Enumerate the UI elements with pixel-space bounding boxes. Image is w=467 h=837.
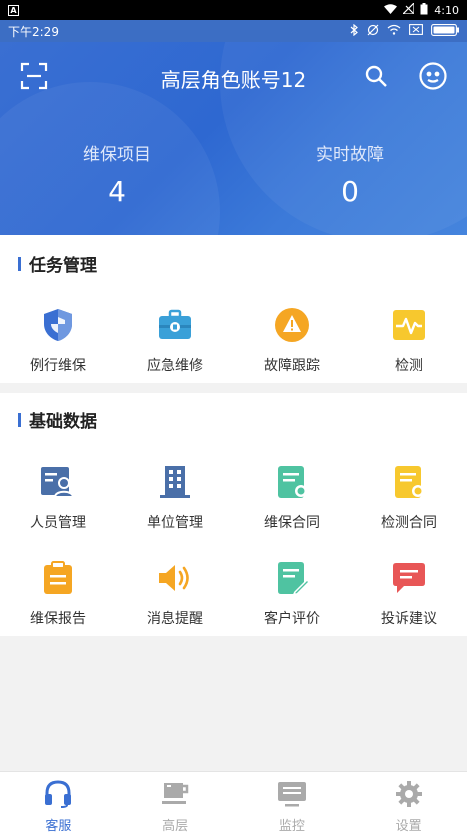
edit-doc-icon <box>272 558 312 598</box>
grid-item-label: 客户评价 <box>264 611 320 627</box>
test-contract-icon <box>389 462 429 502</box>
id-card-icon <box>38 462 78 502</box>
grid-item-label: 例行维保 <box>30 358 86 374</box>
wifi-icon <box>384 3 398 17</box>
grid-item-label: 故障跟踪 <box>264 358 320 374</box>
grid-item-routine-maintenance[interactable]: 例行维保 <box>0 305 116 375</box>
page-title: 高层角色账号12 <box>160 68 307 92</box>
chat-bot-icon[interactable] <box>417 60 449 92</box>
bluetooth-icon <box>350 23 359 39</box>
section-title-text: 任务管理 <box>29 256 97 276</box>
contract-icon <box>272 462 312 502</box>
speaker-icon <box>155 558 195 598</box>
tab-settings[interactable]: 设置 <box>350 772 467 837</box>
grid-item-emergency-repair[interactable]: 应急维修 <box>117 305 233 375</box>
grid-item-inspection[interactable]: 检测 <box>351 305 467 375</box>
section-title-bar <box>18 412 21 427</box>
wifi-icon <box>387 24 401 38</box>
grid-item-fault-tracking[interactable]: 故障跟踪 <box>234 305 350 375</box>
grid-item-label: 检测合同 <box>381 515 437 531</box>
grid-item-complaint-suggestion[interactable]: 投诉建议 <box>351 558 467 628</box>
system-status-bar: A 4:10 <box>0 0 467 20</box>
pulse-icon <box>389 305 429 345</box>
tab-senior[interactable]: 高层 <box>117 772 234 837</box>
grid-item-label: 人员管理 <box>30 515 86 531</box>
sim-icon <box>409 24 423 38</box>
chat-icon <box>389 558 429 598</box>
search-icon[interactable] <box>360 60 392 92</box>
bottom-tab-bar: 客服 高层 监控 设置 <box>0 771 467 837</box>
battery-icon <box>420 2 428 18</box>
tab-label: 客服 <box>45 819 72 834</box>
system-time: 4:10 <box>434 3 459 17</box>
stat-value: 0 <box>341 175 359 208</box>
stat-realtime-faults[interactable]: 实时故障 0 <box>270 140 430 208</box>
grid-item-label: 单位管理 <box>147 515 203 531</box>
headset-icon <box>44 780 72 812</box>
clipboard-icon <box>38 558 78 598</box>
grid-item-message-reminder[interactable]: 消息提醒 <box>117 558 233 628</box>
grid-item-label: 维保合同 <box>264 515 320 531</box>
basic-data-section: 基础数据 人员管理 单位管理 维保合同 检测合同 维保报告 消息提醒 客户评价 … <box>0 393 467 636</box>
coffee-icon <box>161 780 189 812</box>
tab-label: 设置 <box>395 819 422 834</box>
grid-item-customer-review[interactable]: 客户评价 <box>234 558 350 628</box>
notification-a-icon: A <box>8 4 19 16</box>
tab-label: 监控 <box>278 819 305 834</box>
tab-monitoring[interactable]: 监控 <box>234 772 351 837</box>
no-signal-icon <box>401 1 415 17</box>
app-status-bar: 下午2:29 <box>0 20 467 42</box>
grid-item-label: 检测 <box>395 358 423 374</box>
tab-customer-service[interactable]: 客服 <box>0 772 117 837</box>
grid-item-maintenance-contract[interactable]: 维保合同 <box>234 462 350 532</box>
status-time: 下午2:29 <box>8 24 59 39</box>
alarm-off-icon <box>367 24 379 39</box>
warning-icon <box>272 305 312 345</box>
header: 高层角色账号12 维保项目 4 实时故障 0 <box>0 42 467 235</box>
grid-item-test-contract[interactable]: 检测合同 <box>351 462 467 532</box>
shield-icon <box>38 305 78 345</box>
section-title: 基础数据 <box>18 407 97 432</box>
grid-item-label: 投诉建议 <box>381 611 437 627</box>
stat-value: 4 <box>108 175 126 208</box>
toolbox-icon <box>155 305 195 345</box>
stat-label: 实时故障 <box>316 145 384 165</box>
grid-item-unit[interactable]: 单位管理 <box>117 462 233 532</box>
grid-item-label: 应急维修 <box>147 358 203 374</box>
grid-item-maintenance-report[interactable]: 维保报告 <box>0 558 116 628</box>
monitor-icon <box>277 780 307 812</box>
grid-item-personnel[interactable]: 人员管理 <box>0 462 116 532</box>
grid-item-label: 维保报告 <box>30 611 86 627</box>
building-icon <box>155 462 195 502</box>
grid-item-label: 消息提醒 <box>147 611 203 627</box>
section-title-bar <box>18 256 21 271</box>
section-title: 任务管理 <box>18 251 97 276</box>
task-management-section: 任务管理 例行维保 应急维修 故障跟踪 检测 <box>0 235 467 383</box>
tab-label: 高层 <box>162 819 189 834</box>
gear-icon <box>395 780 423 812</box>
battery-icon <box>431 23 459 39</box>
section-title-text: 基础数据 <box>29 412 97 432</box>
stat-label: 维保项目 <box>83 145 151 165</box>
stat-maintenance-projects[interactable]: 维保项目 4 <box>37 140 197 208</box>
